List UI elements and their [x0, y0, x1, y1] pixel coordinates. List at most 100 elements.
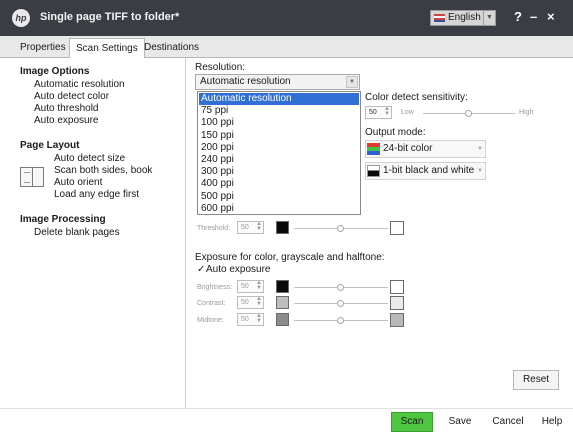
chevron-down-icon[interactable]: ▼	[483, 11, 495, 25]
exposure-stepper[interactable]: 50 ▲ ▼	[237, 296, 264, 309]
threshold-slider[interactable]	[294, 225, 388, 232]
output-bw-select[interactable]: 1-bit black and white ▼	[365, 162, 486, 180]
low-label: Low	[401, 109, 414, 116]
tab-destinations[interactable]: Destinations	[138, 40, 205, 58]
exposure-light-swatch	[390, 313, 404, 327]
exposure-stepper[interactable]: 50 ▲ ▼	[237, 280, 264, 293]
exposure-slider[interactable]	[294, 317, 388, 324]
title-bar: hp Single page TIFF to folder* English ▼…	[0, 0, 573, 36]
resolution-option[interactable]: 600 ppi	[199, 203, 359, 215]
threshold-value: 50	[241, 224, 249, 231]
sidebar-item-delete-blank-pages[interactable]: Delete blank pages	[34, 227, 120, 238]
sidebar-item-auto-threshold[interactable]: Auto threshold	[34, 103, 99, 114]
settings-sidebar: Image Options Automatic resolution Auto …	[8, 58, 186, 434]
color-mode-icon	[367, 143, 380, 155]
sidebar-item-scan-both-sides-book[interactable]: Scan both sides, book	[54, 165, 152, 176]
output-color-select[interactable]: 24-bit color ▼	[365, 140, 486, 158]
stepper-arrows-icon[interactable]: ▲ ▼	[256, 280, 262, 291]
sidebar-item-auto-orient[interactable]: Auto orient	[54, 177, 102, 188]
sidebar-item-auto-detect-size[interactable]: Auto detect size	[54, 153, 125, 164]
help-icon[interactable]: ?	[514, 8, 522, 26]
cancel-button[interactable]: Cancel	[486, 412, 530, 432]
sidebar-item-load-any-edge-first[interactable]: Load any edge first	[54, 189, 139, 200]
resolution-selected-value: Automatic resolution	[200, 76, 291, 87]
resolution-option[interactable]: 500 ppi	[199, 191, 359, 203]
resolution-option[interactable]: 150 ppi	[199, 130, 359, 142]
minimize-icon[interactable]: –	[530, 8, 537, 26]
chevron-down-icon[interactable]: ▼	[346, 76, 358, 88]
chevron-down-icon[interactable]: ▼	[477, 141, 483, 157]
sidebar-item-auto-detect-color[interactable]: Auto detect color	[34, 91, 109, 102]
save-button[interactable]: Save	[440, 412, 480, 432]
resolution-option[interactable]: Automatic resolution	[199, 93, 359, 105]
stepper-arrows-icon[interactable]: ▲ ▼	[256, 221, 262, 232]
help-button[interactable]: Help	[534, 412, 570, 432]
high-label: High	[519, 109, 534, 116]
chevron-down-icon[interactable]: ▼	[477, 163, 483, 179]
threshold-dark-swatch	[276, 221, 289, 234]
resolution-option[interactable]: 240 ppi	[199, 154, 359, 166]
color-detect-label: Color detect sensitivity:	[365, 92, 468, 103]
resolution-select[interactable]: Automatic resolution ▼	[195, 74, 360, 90]
exposure-value: 50	[241, 299, 249, 306]
threshold-stepper[interactable]: 50 ▲ ▼	[237, 221, 264, 234]
color-detect-slider[interactable]	[423, 110, 515, 117]
resolution-label: Resolution:	[195, 62, 246, 73]
sidebar-heading-image-options[interactable]: Image Options	[20, 66, 89, 77]
slider-knob[interactable]	[337, 284, 344, 291]
exposure-stepper[interactable]: 50 ▲ ▼	[237, 313, 264, 326]
exposure-value: 50	[241, 316, 249, 323]
auto-exposure-checkbox[interactable]: ✓	[197, 264, 205, 275]
exposure-dark-swatch	[276, 280, 289, 293]
slider-knob[interactable]	[337, 225, 344, 232]
color-detect-stepper[interactable]: 50 ▲ ▼	[365, 106, 392, 119]
exposure-row-label: Midtone:	[197, 317, 224, 324]
output-color-option: 24-bit color	[383, 143, 433, 154]
slider-knob[interactable]	[337, 317, 344, 324]
scan-button[interactable]: Scan	[391, 412, 433, 432]
auto-exposure-label: Auto exposure	[206, 264, 271, 275]
exposure-row-label: Contrast:	[197, 300, 226, 307]
exposure-light-swatch	[390, 296, 404, 310]
tab-scan-settings[interactable]: Scan Settings	[69, 38, 145, 59]
threshold-light-swatch	[390, 221, 404, 235]
sidebar-item-auto-exposure[interactable]: Auto exposure	[34, 115, 99, 126]
tab-bar: Properties Scan Settings Destinations	[0, 36, 573, 59]
language-label: English	[448, 12, 481, 23]
stepper-arrows-icon[interactable]: ▲ ▼	[256, 313, 262, 324]
resolution-dropdown-list: Automatic resolution 75 ppi 100 ppi 150 ppi…	[197, 91, 361, 215]
window-title: Single page TIFF to folder*	[40, 11, 180, 23]
bw-mode-icon	[367, 165, 380, 177]
flag-icon	[434, 14, 445, 22]
exposure-value: 50	[241, 283, 249, 290]
resolution-option[interactable]: 75 ppi	[199, 105, 359, 117]
hp-logo-icon: hp	[12, 9, 30, 27]
resolution-option[interactable]: 400 ppi	[199, 178, 359, 190]
language-select[interactable]: English ▼	[430, 10, 496, 26]
color-detect-value: 50	[369, 109, 377, 116]
sidebar-heading-image-processing[interactable]: Image Processing	[20, 214, 106, 225]
threshold-label: Threshold:	[197, 225, 231, 232]
resolution-option[interactable]: 300 ppi	[199, 166, 359, 178]
exposure-dark-swatch	[276, 313, 289, 326]
exposure-light-swatch	[390, 280, 404, 294]
sidebar-heading-page-layout[interactable]: Page Layout	[20, 140, 79, 151]
stepper-arrows-icon[interactable]: ▲ ▼	[256, 296, 262, 307]
output-mode-label: Output mode:	[365, 127, 426, 138]
exposure-dark-swatch	[276, 296, 289, 309]
exposure-heading: Exposure for color, grayscale and halfto…	[195, 252, 385, 263]
resolution-option[interactable]: 100 ppi	[199, 117, 359, 129]
sidebar-item-automatic-resolution[interactable]: Automatic resolution	[34, 79, 125, 90]
close-icon[interactable]: ×	[547, 8, 555, 26]
reset-button[interactable]: Reset	[513, 370, 559, 390]
exposure-slider[interactable]	[294, 284, 388, 291]
exposure-slider[interactable]	[294, 300, 388, 307]
exposure-row-label: Brightness:	[197, 284, 233, 291]
tab-properties[interactable]: Properties	[14, 40, 72, 58]
slider-knob[interactable]	[337, 300, 344, 307]
slider-knob[interactable]	[465, 110, 472, 117]
stepper-arrows-icon[interactable]: ▲ ▼	[384, 106, 390, 117]
resolution-option[interactable]: 200 ppi	[199, 142, 359, 154]
output-bw-option: 1-bit black and white	[383, 165, 475, 176]
book-icon	[20, 167, 44, 187]
